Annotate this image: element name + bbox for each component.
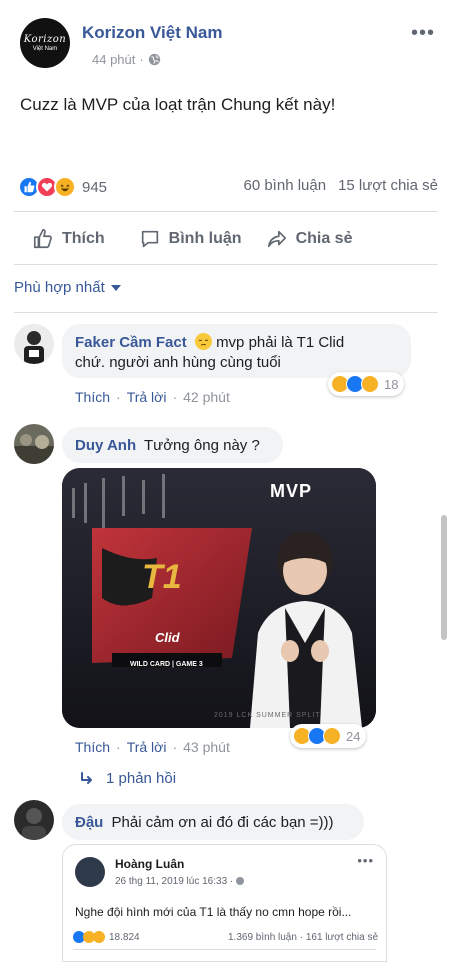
embedded-text: Nghe đội hình mới của T1 là thấy no cmn … (75, 905, 352, 919)
sad-reaction-icon (93, 931, 105, 943)
globe-icon (236, 877, 245, 885)
player-figure (240, 523, 370, 728)
embedded-more-icon: ••• (357, 853, 374, 868)
comments-count-link[interactable]: 60 bình luận (243, 177, 326, 194)
commenter-avatar[interactable] (14, 324, 54, 364)
more-options-button[interactable]: ••• (411, 22, 435, 45)
post-meta: 44 phút · (92, 52, 161, 67)
share-button-label: Chia sẻ (295, 230, 353, 247)
comment-reactions[interactable]: 18 (328, 372, 405, 396)
engagement-stats: 60 bình luận 15 lượt chia sẻ (243, 177, 438, 194)
reaction-count[interactable]: 945 (82, 179, 107, 196)
embedded-engagement: 1.369 bình luận · 161 lượt chia sẻ (227, 931, 378, 943)
embedded-time: 26 thg 11, 2019 lúc 16:33 · (115, 876, 234, 887)
embedded-meta: 26 thg 11, 2019 lúc 16:33 · (115, 876, 245, 887)
reactions-bar: 945 60 bình luận 15 lượt chia sẻ (18, 172, 438, 202)
avatar-image (14, 324, 54, 364)
comment-icon (141, 230, 158, 248)
commenter-avatar[interactable] (14, 800, 54, 840)
embedded-author: Hoàng Luân (115, 857, 185, 871)
comment-reply-link[interactable]: Trả lời (127, 739, 167, 755)
comment-bubble: Duy Anh Tưởng ông này ? (62, 427, 283, 463)
comment-text: Tưởng ông này ? (144, 437, 260, 454)
caret-down-icon (110, 284, 121, 291)
divider (14, 211, 438, 212)
comment-text: mvp phải là T1 Clid (216, 334, 345, 351)
meta-dot: · (139, 52, 144, 67)
mvp-title: MVP (270, 481, 313, 501)
embedded-reaction-count: 18.824 (109, 931, 140, 943)
divider (14, 264, 438, 265)
divider (73, 949, 376, 950)
player-name: Clid (155, 630, 180, 645)
avatar-logo-subtext: Việt Nam (32, 46, 58, 52)
separator-dot: · (172, 389, 178, 405)
comment-author[interactable]: Faker Cầm Fact (75, 334, 187, 351)
embedded-stats: 18.824 1.369 bình luận · 161 lượt chia s… (73, 931, 378, 943)
comment-author[interactable]: Duy Anh (75, 437, 136, 454)
comment-text-line2: chứ. người anh hùng cùng tuổi (75, 354, 281, 371)
comment-bubble: Faker Cầm Fact mvp phải là T1 Clid chứ. … (62, 324, 411, 378)
comment-time[interactable]: 42 phút (183, 389, 230, 405)
post-actions: Thích Bình luận Chia sẻ (14, 219, 438, 259)
like-button[interactable]: Thích (32, 228, 105, 250)
separator-dot: · (116, 389, 121, 405)
comment-button-label: Bình luận (168, 230, 242, 247)
post-header: Korizon Việt Nam Korizon Việt Nam 44 phú… (20, 18, 440, 78)
share-button[interactable]: Chia sẻ (266, 228, 353, 250)
comment-like-link[interactable]: Thích (75, 739, 110, 755)
comment-sort-dropdown[interactable]: Phù hợp nhất (14, 279, 121, 296)
comment-author[interactable]: Đậu (75, 814, 103, 831)
comment-reply-link[interactable]: Trả lời (127, 389, 167, 405)
divider (14, 312, 438, 313)
avatar-image (14, 800, 54, 840)
thumbs-up-icon (33, 229, 52, 249)
avatar-logo-text: Korizon (23, 34, 67, 45)
page-name-link[interactable]: Korizon Việt Nam (82, 23, 222, 43)
sort-label: Phù hợp nhất (14, 279, 105, 296)
match-caption: WILD CARD | GAME 3 (130, 661, 203, 668)
page-avatar[interactable]: Korizon Việt Nam (20, 18, 70, 68)
commenter-avatar[interactable] (14, 424, 54, 464)
sad-reaction-icon (361, 375, 379, 393)
comment-actions: Thích · Trả lời · 42 phút (75, 389, 230, 405)
globe-icon[interactable] (148, 53, 161, 66)
reply-arrow-icon (81, 771, 92, 784)
haha-reaction-icon (54, 176, 76, 198)
comment-bubble: Đậu Phải cảm ơn ai đó đi các bạn =))) (62, 804, 364, 840)
sad-reaction-icon (323, 727, 341, 745)
comment-button[interactable]: Bình luận (139, 228, 242, 250)
post-text: Cuzz là MVP của loạt trận Chung kết này! (20, 95, 336, 114)
embedded-screenshot[interactable]: Hoàng Luân 26 thg 11, 2019 lúc 16:33 · •… (62, 844, 387, 962)
reaction-icons[interactable] (18, 176, 76, 198)
share-icon (267, 230, 286, 248)
like-button-label: Thích (62, 230, 105, 247)
image-footer: 2019 LCK SUMMER SPLIT (214, 712, 321, 719)
emoji-pensive-icon (194, 333, 212, 350)
separator-dot: · (172, 739, 178, 755)
comment-like-link[interactable]: Thích (75, 389, 110, 405)
avatar-image (14, 424, 54, 464)
t1-logo: T1 (142, 558, 182, 596)
comment-reactions[interactable]: 24 (290, 724, 367, 748)
view-replies-link[interactable]: 1 phản hồi (80, 770, 176, 787)
scrollbar-thumb[interactable] (441, 515, 447, 640)
separator-dot: · (116, 739, 121, 755)
comment-time[interactable]: 43 phút (183, 739, 230, 755)
comment-actions: Thích · Trả lời · 43 phút (75, 739, 230, 755)
comment-text: Phải cảm ơn ai đó đi các bạn =))) (111, 814, 334, 831)
comment-image[interactable]: MVP T1 Clid WILD CARD | GAME 3 2019 LCK … (62, 468, 376, 728)
post-time[interactable]: 44 phút (92, 52, 135, 67)
replies-count: 1 phản hồi (106, 770, 177, 787)
comment-reaction-count: 24 (346, 728, 361, 744)
comment-reaction-count: 18 (384, 376, 399, 392)
embedded-avatar (75, 857, 105, 887)
shares-count-link[interactable]: 15 lượt chia sẻ (338, 177, 438, 194)
